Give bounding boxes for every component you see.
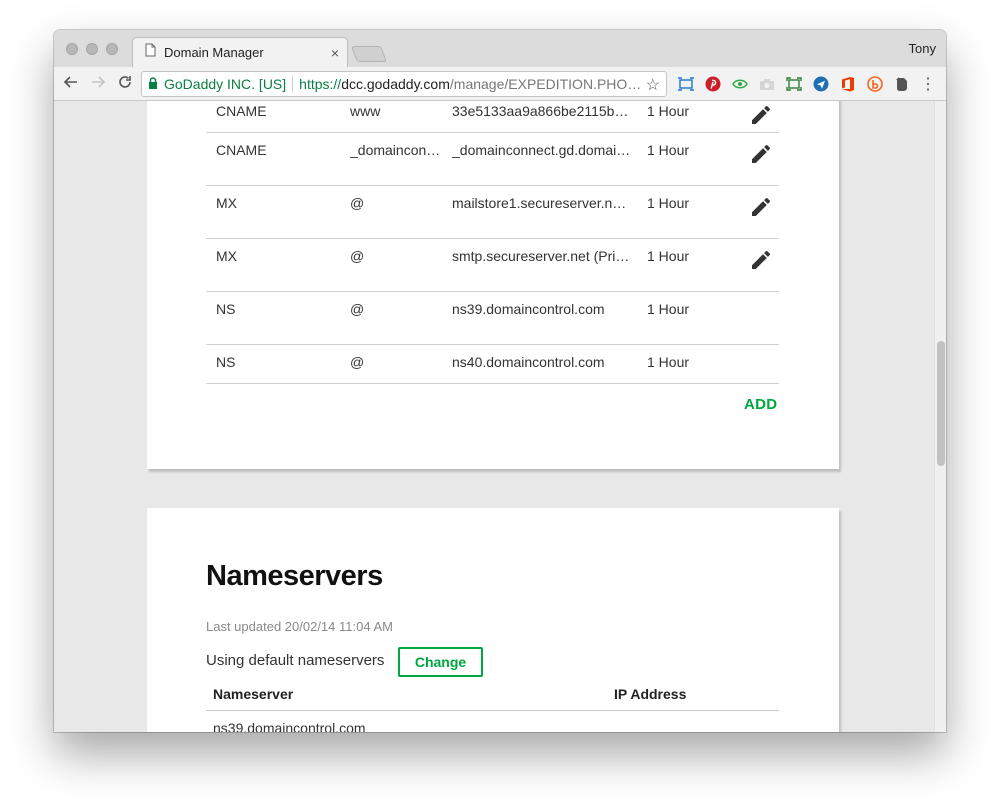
record-value: 33e5133aa9a866be2115b… <box>452 103 629 119</box>
lock-icon <box>148 76 158 92</box>
eye-extension-icon[interactable] <box>732 76 748 92</box>
edit-pencil-icon[interactable] <box>749 103 775 129</box>
record-type: NS <box>216 354 236 370</box>
nameservers-card: Nameservers Last updated 20/02/14 11:04 … <box>147 508 839 732</box>
screen-capture-icon[interactable] <box>678 76 694 92</box>
record-ttl: 1 Hour <box>647 248 690 264</box>
page-icon <box>145 43 156 62</box>
tab-strip: Domain Manager × Tony <box>54 30 946 67</box>
dns-record-row: NS @ ns39.domaincontrol.com 1 Hour <box>206 292 779 345</box>
tab-domain-manager[interactable]: Domain Manager × <box>132 37 348 67</box>
record-name: @ <box>350 195 365 211</box>
record-type: CNAME <box>216 103 267 119</box>
url-path: /manage/EXPEDITION.PHO… <box>449 76 642 92</box>
record-ttl: 1 Hour <box>647 301 690 317</box>
using-default-text: Using default nameservers <box>206 652 385 669</box>
browser-window: Domain Manager × Tony GoDaddy INC. [US] … <box>54 30 946 732</box>
edit-pencil-icon[interactable] <box>749 195 775 221</box>
dns-record-row: CNAME _domaincon… _domainconnect.gd.domai…… <box>206 133 779 186</box>
zoom-window-button[interactable] <box>106 43 118 55</box>
edit-pencil-icon[interactable] <box>749 248 775 274</box>
dns-record-row: NS @ ns40.domaincontrol.com 1 Hour <box>206 345 779 384</box>
profile-name[interactable]: Tony <box>909 41 936 56</box>
office-icon[interactable] <box>840 76 856 92</box>
vertical-scrollbar[interactable] <box>934 101 946 732</box>
send-icon[interactable] <box>813 76 829 92</box>
record-ttl: 1 Hour <box>647 142 690 158</box>
nameserver-row: ns39.domaincontrol.com <box>213 720 366 732</box>
record-name: @ <box>350 354 365 370</box>
close-window-button[interactable] <box>66 43 78 55</box>
add-record-button[interactable]: ADD <box>744 396 777 413</box>
new-tab-button[interactable] <box>351 46 387 62</box>
bookmark-star-icon[interactable]: ☆ <box>646 75 660 95</box>
record-ttl: 1 Hour <box>647 354 690 370</box>
record-ttl: 1 Hour <box>647 103 690 119</box>
record-name: @ <box>350 248 365 264</box>
dns-record-row: MX @ smtp.secureserver.net (Prio… 1 Hour <box>206 239 779 292</box>
secure-label: GoDaddy INC. [US] <box>164 76 287 92</box>
record-type: CNAME <box>216 142 267 158</box>
record-type: NS <box>216 301 236 317</box>
scrollbar-thumb[interactable] <box>937 341 945 466</box>
url-scheme: https:// <box>299 76 342 92</box>
arrow-right-icon <box>90 74 106 95</box>
camera-icon[interactable] <box>759 76 775 92</box>
tab-title: Domain Manager <box>164 45 264 60</box>
record-name: www <box>350 103 381 119</box>
record-value: mailstore1.secureserver.ne… <box>452 195 632 211</box>
edit-pencil-icon[interactable] <box>749 142 775 168</box>
record-value: smtp.secureserver.net (Prio… <box>452 248 632 264</box>
omnibox-divider <box>292 76 294 92</box>
record-name: _domaincon… <box>350 142 441 158</box>
column-header-nameserver: Nameserver <box>213 686 294 702</box>
minimize-window-button[interactable] <box>86 43 98 55</box>
change-nameservers-button[interactable]: Change <box>398 647 483 677</box>
b-extension-icon[interactable] <box>867 76 883 92</box>
dns-record-row: CNAME www 33e5133aa9a866be2115b… 1 Hour <box>206 101 779 133</box>
reload-button[interactable] <box>114 73 136 95</box>
tab-close-button[interactable]: × <box>331 45 339 61</box>
dns-record-row: MX @ mailstore1.secureserver.ne… 1 Hour <box>206 186 779 239</box>
pinterest-icon[interactable] <box>705 76 721 92</box>
column-header-ip-address: IP Address <box>614 686 687 702</box>
evernote-icon[interactable] <box>894 76 910 92</box>
dns-records-card: CNAME www 33e5133aa9a866be2115b… 1 Hour CNAM… <box>147 101 839 469</box>
fullscreen-icon[interactable] <box>786 76 802 92</box>
record-value: ns40.domaincontrol.com <box>452 354 605 370</box>
forward-button[interactable] <box>87 73 109 95</box>
record-name: @ <box>350 301 365 317</box>
back-button[interactable] <box>60 73 82 95</box>
secure-indicator[interactable]: GoDaddy INC. [US] <box>148 76 286 92</box>
browser-toolbar: GoDaddy INC. [US] https://dcc.godaddy.co… <box>54 67 946 101</box>
url-host: dcc.godaddy.com <box>341 76 450 92</box>
address-bar[interactable]: GoDaddy INC. [US] https://dcc.godaddy.co… <box>141 71 667 97</box>
nameservers-table-header: Nameserver IP Address <box>206 686 779 711</box>
page-viewport: CNAME www 33e5133aa9a866be2115b… 1 Hour CNAM… <box>54 101 934 732</box>
record-ttl: 1 Hour <box>647 195 690 211</box>
record-type: MX <box>216 195 237 211</box>
record-type: MX <box>216 248 237 264</box>
browser-menu-button[interactable]: ⋮ <box>920 76 936 93</box>
arrow-left-icon <box>63 74 79 95</box>
record-value: ns39.domaincontrol.com <box>452 301 605 317</box>
last-updated-text: Last updated 20/02/14 11:04 AM <box>206 619 393 634</box>
nameserver-value: ns39.domaincontrol.com <box>213 720 366 732</box>
record-value: _domainconnect.gd.domai… <box>452 142 631 158</box>
nameservers-title: Nameservers <box>206 560 383 592</box>
reload-icon <box>117 74 133 95</box>
